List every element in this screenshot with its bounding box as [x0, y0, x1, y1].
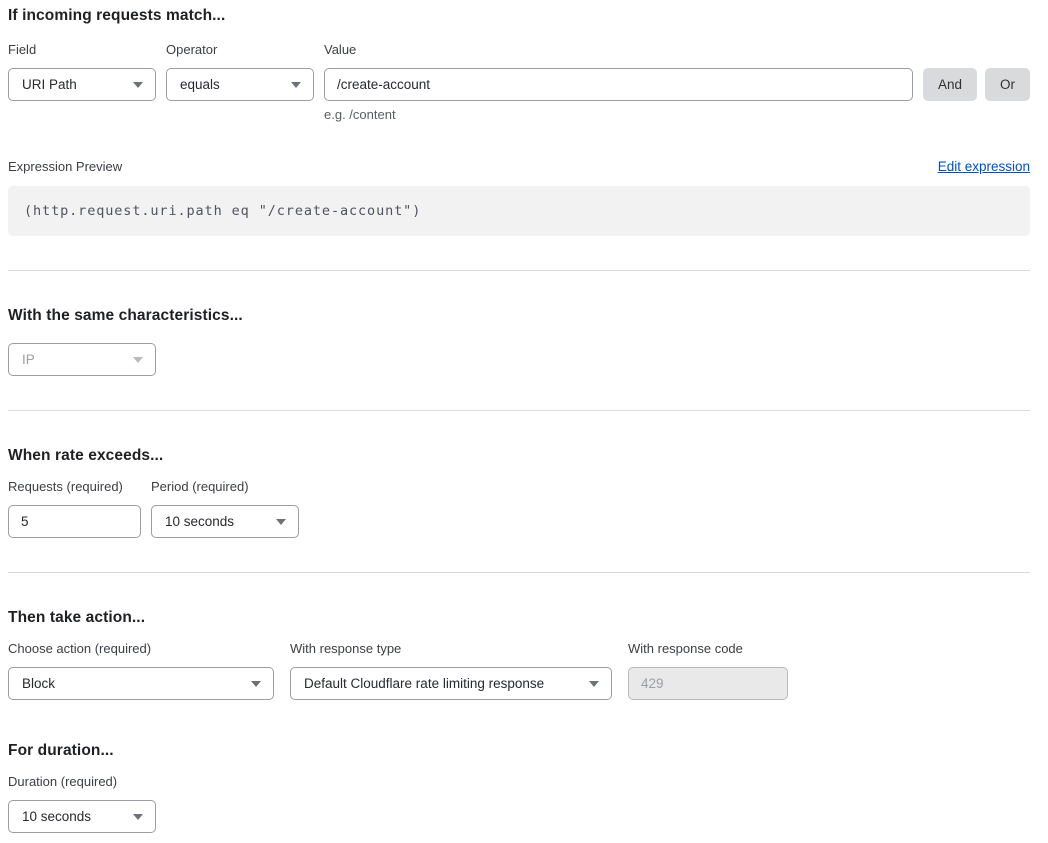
value-label: Value — [324, 43, 913, 57]
field-field: Field URI Path — [8, 43, 156, 101]
duration-label: Duration (required) — [8, 775, 156, 789]
divider — [8, 270, 1030, 271]
response-type-select[interactable]: Default Cloudflare rate limiting respons… — [290, 667, 612, 700]
section-match: If incoming requests match... Field URI … — [8, 8, 1030, 236]
and-button[interactable]: And — [923, 68, 977, 101]
duration-select-value: 10 seconds — [22, 809, 91, 824]
chevron-down-icon — [589, 681, 599, 687]
and-or-buttons: And Or — [923, 68, 1030, 101]
response-type-label: With response type — [290, 642, 612, 656]
value-field: Value e.g. /content — [324, 43, 913, 122]
field-label: Field — [8, 43, 156, 57]
match-fields-row: Field URI Path Operator equals Value e.g… — [8, 43, 1030, 122]
choose-action-label: Choose action (required) — [8, 642, 274, 656]
duration-select[interactable]: 10 seconds — [8, 800, 156, 833]
requests-label: Requests (required) — [8, 480, 141, 494]
expression-preview-code: (http.request.uri.path eq "/create-accou… — [8, 186, 1030, 236]
operator-select[interactable]: equals — [166, 68, 314, 101]
rate-limiting-rule-form: If incoming requests match... Field URI … — [0, 0, 1048, 843]
chevron-down-icon — [251, 681, 261, 687]
field-select[interactable]: URI Path — [8, 68, 156, 101]
expression-preview-label: Expression Preview — [8, 159, 122, 174]
chevron-down-icon — [133, 814, 143, 820]
characteristics-section-title: With the same characteristics... — [8, 308, 1030, 324]
chevron-down-icon — [291, 82, 301, 88]
chevron-down-icon — [133, 357, 143, 363]
response-code-field: With response code — [628, 642, 788, 700]
chevron-down-icon — [133, 82, 143, 88]
characteristic-select-value: IP — [22, 352, 35, 367]
response-type-select-value: Default Cloudflare rate limiting respons… — [304, 676, 544, 691]
period-field: Period (required) 10 seconds — [151, 480, 299, 538]
edit-expression-link[interactable]: Edit expression — [938, 159, 1030, 174]
operator-field: Operator equals — [166, 43, 314, 101]
value-input[interactable] — [324, 68, 913, 101]
choose-action-select-value: Block — [22, 676, 55, 691]
chevron-down-icon — [276, 519, 286, 525]
section-rate: When rate exceeds... Requests (required)… — [8, 448, 1030, 538]
operator-select-value: equals — [180, 77, 220, 92]
duration-field: Duration (required) 10 seconds — [8, 775, 156, 833]
or-button[interactable]: Or — [985, 68, 1030, 101]
divider — [8, 572, 1030, 573]
response-type-field: With response type Default Cloudflare ra… — [290, 642, 612, 700]
section-action: Then take action... Choose action (requi… — [8, 610, 1030, 700]
field-select-value: URI Path — [22, 77, 77, 92]
divider — [8, 410, 1030, 411]
rate-section-title: When rate exceeds... — [8, 448, 1030, 464]
period-label: Period (required) — [151, 480, 299, 494]
action-section-title: Then take action... — [8, 610, 1030, 626]
choose-action-field: Choose action (required) Block — [8, 642, 274, 700]
characteristic-select: IP — [8, 343, 156, 376]
period-select-value: 10 seconds — [165, 514, 234, 529]
response-code-input — [628, 667, 788, 700]
choose-action-select[interactable]: Block — [8, 667, 274, 700]
value-hint: e.g. /content — [324, 107, 913, 122]
operator-label: Operator — [166, 43, 314, 57]
requests-field: Requests (required) — [8, 480, 141, 538]
section-duration: For duration... Duration (required) 10 s… — [8, 743, 1030, 833]
expression-preview-header: Expression Preview Edit expression — [8, 159, 1030, 174]
requests-input[interactable] — [8, 505, 141, 538]
section-characteristics: With the same characteristics... IP — [8, 308, 1030, 376]
match-section-title: If incoming requests match... — [8, 8, 1030, 24]
duration-section-title: For duration... — [8, 743, 1030, 759]
characteristic-field: IP — [8, 343, 156, 376]
response-code-label: With response code — [628, 642, 788, 656]
period-select[interactable]: 10 seconds — [151, 505, 299, 538]
